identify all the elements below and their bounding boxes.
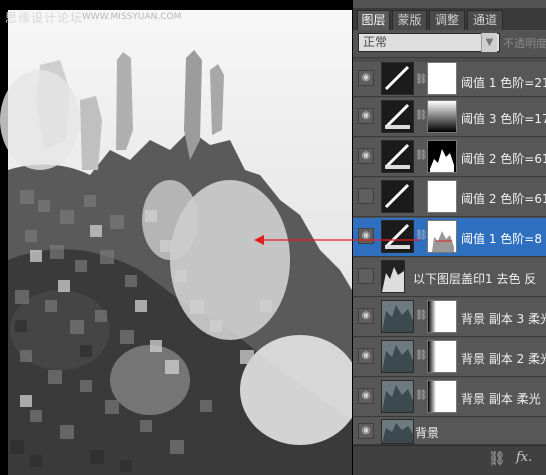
tab-layers[interactable]: 图层 — [357, 10, 390, 30]
layer-row[interactable]: ◉ ⛓ 背景 副本 3 柔光 — [353, 298, 546, 337]
layer-name: 阈值 2 色阶=61 — [461, 152, 546, 166]
opacity-label: 不透明度 — [503, 37, 546, 50]
layer-row[interactable]: ◉ ⛓ 背景 副本 柔光 — [353, 378, 546, 417]
adjustment-thumbnail — [381, 220, 414, 253]
layer-name: 背景 — [415, 426, 440, 440]
layer-row-selected[interactable]: ◉ ⛓ 阈值 1 色阶=8 — [353, 218, 546, 257]
chain-link-icon: ⛓ — [415, 310, 428, 321]
layer-row[interactable]: ◉ ⛓ 阈值 1 色阶=214 — [353, 62, 546, 97]
chain-link-icon: ⛓ — [415, 110, 428, 121]
layer-name: 背景 副本 3 柔光 — [461, 312, 546, 326]
chain-link-icon: ⛓ — [415, 350, 428, 361]
layer-row[interactable]: ◉ 阈值 2 色阶=61 — [353, 178, 546, 217]
mask-thumbnail — [427, 100, 457, 133]
layer-name: 以下图层盖印1 去色 反 — [413, 272, 537, 286]
panel-tabs: 图层 蒙版 调整 通道 — [353, 8, 546, 30]
adjustment-thumbnail — [381, 140, 414, 173]
eye-icon[interactable]: ◉ — [358, 268, 374, 284]
chain-link-icon: ⛓ — [415, 74, 428, 85]
chain-link-icon: ⛓ — [415, 150, 428, 161]
chevron-down-icon[interactable]: ▼ — [481, 33, 497, 52]
layer-row[interactable]: ◉ ⛓ 阈值 3 色阶=178 — [353, 98, 546, 137]
mask-thumbnail — [427, 62, 457, 95]
photo-thumbnail — [381, 340, 414, 373]
mask-thumbnail — [427, 380, 457, 413]
photo-thumbnail — [381, 419, 414, 444]
stamp-thumbnail — [381, 260, 405, 293]
adjustment-thumbnail — [381, 100, 414, 133]
watermark-forum: 思缘设计论坛 — [5, 11, 84, 25]
mask-thumbnail — [427, 300, 457, 333]
adjustment-thumbnail — [381, 62, 414, 95]
chain-link-icon: ⛓ — [415, 230, 428, 241]
mask-thumbnail — [427, 340, 457, 373]
mask-thumbnail — [427, 140, 457, 173]
layer-row[interactable]: ◉ ⛓ 背景 副本 2 柔光 — [353, 338, 546, 377]
photo-thumbnail — [381, 380, 414, 413]
eye-icon[interactable]: ◉ — [358, 188, 374, 204]
watermark-url: WWW.MISSYUAN.COM — [82, 12, 182, 22]
document-canvas[interactable]: 思缘设计论坛 WWW.MISSYUAN.COM — [0, 0, 352, 475]
eye-icon[interactable]: ◉ — [358, 148, 374, 164]
layer-name: 阈值 3 色阶=178 — [461, 112, 546, 126]
mask-thumbnail — [427, 180, 457, 213]
link-layers-icon[interactable]: ⛓ — [488, 451, 506, 467]
layer-name: 阈值 1 色阶=8 — [461, 232, 542, 246]
tab-channels[interactable]: 通道 — [467, 10, 503, 30]
fx-icon[interactable]: fx. — [516, 450, 532, 465]
blend-mode-select[interactable]: 正常 — [358, 33, 500, 52]
layer-row[interactable]: ◉ 以下图层盖印1 去色 反 — [353, 258, 546, 297]
eye-icon[interactable]: ◉ — [358, 108, 374, 124]
layer-row-background[interactable]: ◉ 背景 — [353, 418, 546, 445]
layer-row[interactable]: ◉ ⛓ 阈值 2 色阶=61 — [353, 138, 546, 177]
photo-thumbnail — [381, 300, 414, 333]
eye-icon[interactable]: ◉ — [358, 228, 374, 244]
mask-thumbnail — [427, 220, 457, 253]
panel-bottom-bar: ⛓ fx. — [353, 445, 546, 475]
eye-icon[interactable]: ◉ — [358, 348, 374, 364]
mosaic-image — [0, 10, 352, 475]
layer-name: 阈值 1 色阶=214 — [461, 76, 546, 90]
layers-panel: 图层 蒙版 调整 通道 正常 ▼ 不透明度 锁定 ✎ ✥ ■ 填充 ◉ ⛓ 阈值… — [353, 0, 546, 475]
tab-masks[interactable]: 蒙版 — [392, 10, 427, 30]
layer-name: 阈值 2 色阶=61 — [461, 192, 546, 206]
eye-icon[interactable]: ◉ — [358, 70, 374, 86]
eye-icon[interactable]: ◉ — [358, 388, 374, 404]
tab-adjustments[interactable]: 调整 — [429, 10, 465, 30]
chain-link-icon: ⛓ — [415, 390, 428, 401]
adjustment-thumbnail — [381, 180, 414, 213]
layer-name: 背景 副本 柔光 — [461, 392, 541, 406]
eye-icon[interactable]: ◉ — [358, 308, 374, 324]
layer-name: 背景 副本 2 柔光 — [461, 352, 546, 366]
eye-icon[interactable]: ◉ — [358, 423, 374, 439]
